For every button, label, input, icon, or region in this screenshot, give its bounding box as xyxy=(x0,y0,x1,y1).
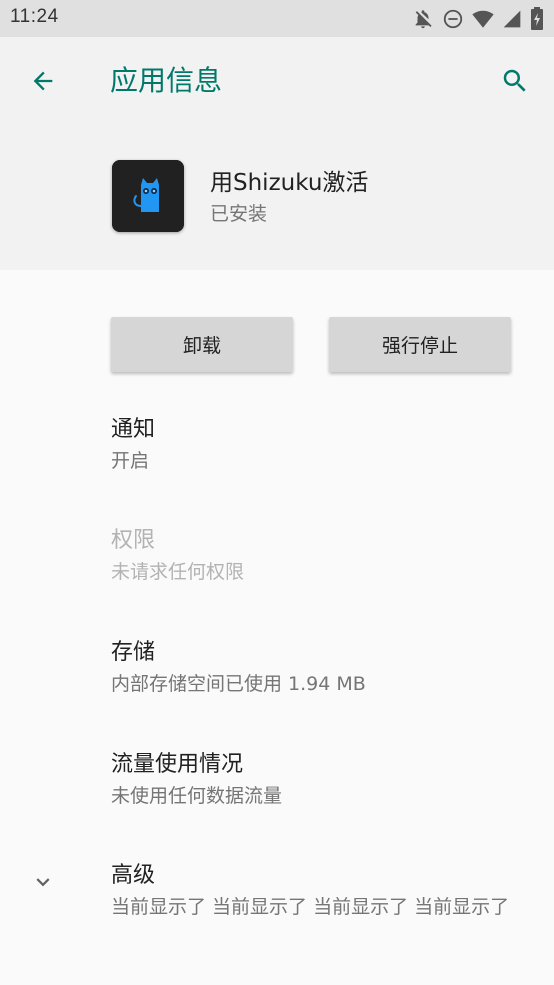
pref-permissions: 权限 未请求任何权限 xyxy=(0,526,554,606)
status-time: 11:24 xyxy=(10,6,59,27)
notifications-off-icon xyxy=(412,8,434,30)
app-name: 用Shizuku激活 xyxy=(210,170,369,196)
pref-storage[interactable]: 存储 内部存储空间已使用 1.94 MB xyxy=(0,638,554,718)
signal-icon xyxy=(502,9,522,29)
wifi-icon xyxy=(472,8,494,30)
arrow-back-icon xyxy=(29,67,57,99)
app-icon xyxy=(112,160,184,232)
pref-notifications[interactable]: 通知 开启 xyxy=(0,415,554,495)
search-icon xyxy=(500,66,530,100)
pref-title: 权限 xyxy=(111,528,156,553)
app-install-status: 已安装 xyxy=(210,203,268,225)
page-title: 应用信息 xyxy=(110,64,223,97)
pref-title: 高级 xyxy=(111,863,156,888)
search-button[interactable] xyxy=(492,60,538,106)
pref-summary: 未请求任何权限 xyxy=(111,561,245,583)
do-not-disturb-icon xyxy=(442,8,464,30)
shizuku-cat-icon xyxy=(112,160,184,232)
force-stop-button[interactable]: 强行停止 xyxy=(329,317,511,372)
pref-data-usage[interactable]: 流量使用情况 未使用任何数据流量 xyxy=(0,750,554,830)
app-header: 应用信息 用Shizuku激活 已安装 xyxy=(0,37,554,270)
pref-title: 通知 xyxy=(111,417,156,442)
pref-summary: 内部存储空间已使用 1.94 MB xyxy=(111,673,366,695)
pref-summary: 未使用任何数据流量 xyxy=(111,785,283,807)
status-bar: 11:24 xyxy=(0,0,554,37)
pref-summary: 开启 xyxy=(111,450,150,472)
back-button[interactable] xyxy=(20,60,66,106)
pref-advanced[interactable]: 高级 当前显示了 当前显示了 当前显示了 当前显示了 xyxy=(0,861,554,941)
chevron-down-icon xyxy=(30,869,56,895)
pref-summary: 当前显示了 当前显示了 当前显示了 当前显示了 xyxy=(111,896,510,918)
uninstall-button[interactable]: 卸载 xyxy=(111,317,293,372)
pref-title: 存储 xyxy=(111,640,156,665)
battery-icon xyxy=(530,7,544,31)
pref-title: 流量使用情况 xyxy=(111,752,244,777)
status-icons xyxy=(412,7,544,31)
